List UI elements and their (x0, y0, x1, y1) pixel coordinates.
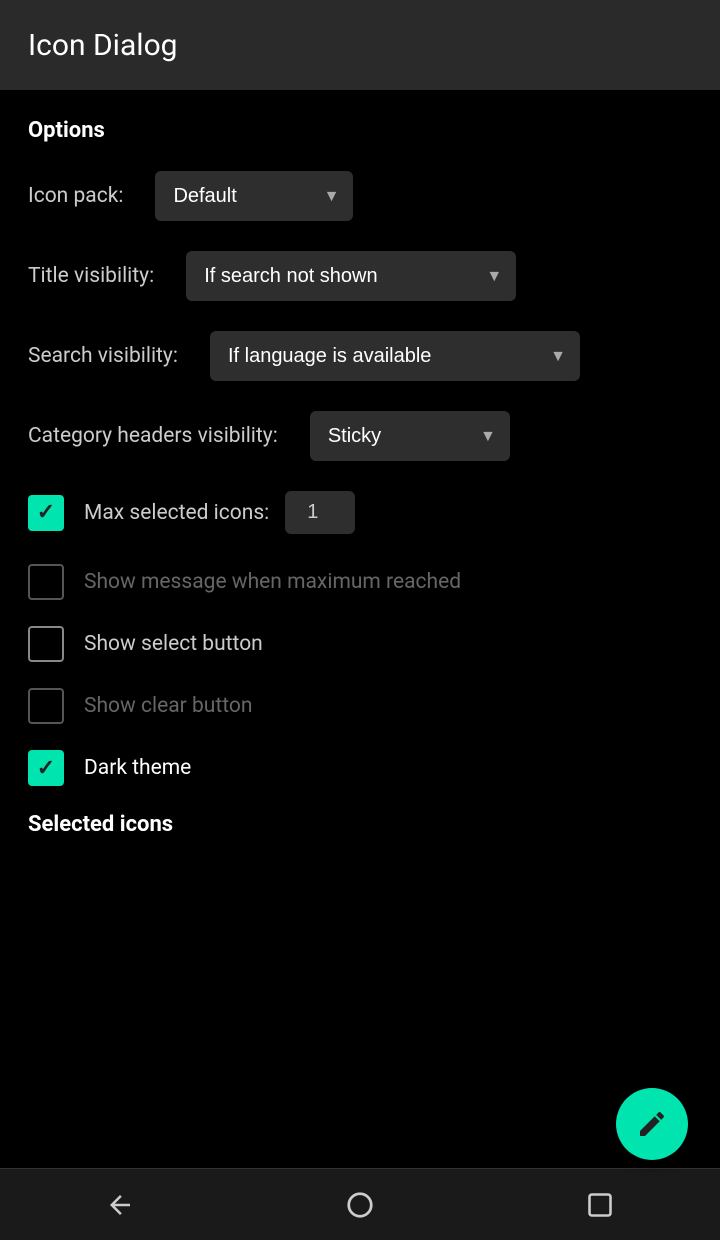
icon-pack-select[interactable]: Default Custom Pack 1 Custom Pack 2 (155, 171, 353, 221)
home-button[interactable] (320, 1180, 400, 1230)
options-heading: Options (28, 118, 692, 143)
max-selected-icons-input[interactable] (285, 491, 355, 534)
title-visibility-label: Title visibility: (28, 264, 154, 288)
main-content: Options Icon pack: Default Custom Pack 1… (0, 90, 720, 1168)
show-message-label: Show message when maximum reached (84, 570, 461, 594)
max-selected-icons-row: Max selected icons: (28, 491, 692, 534)
show-select-button-checkbox[interactable] (28, 626, 64, 662)
category-headers-dropdown-wrapper: Hidden Normal Sticky ▼ (310, 411, 510, 461)
recents-icon (586, 1191, 614, 1219)
search-visibility-dropdown-wrapper: Always Never If language is available ▼ (210, 331, 580, 381)
show-message-row: Show message when maximum reached (28, 564, 692, 600)
pencil-icon (636, 1108, 668, 1140)
home-icon (345, 1190, 375, 1220)
category-headers-row: Category headers visibility: Hidden Norm… (28, 411, 692, 461)
icon-pack-label: Icon pack: (28, 184, 123, 208)
category-headers-label: Category headers visibility: (28, 424, 278, 448)
category-headers-select[interactable]: Hidden Normal Sticky (310, 411, 510, 461)
dark-theme-checkbox[interactable] (28, 750, 64, 786)
back-icon (105, 1190, 135, 1220)
title-visibility-select[interactable]: Always Never If search not shown (186, 251, 516, 301)
title-visibility-row: Title visibility: Always Never If search… (28, 251, 692, 301)
show-clear-button-row: Show clear button (28, 688, 692, 724)
show-clear-button-checkbox[interactable] (28, 688, 64, 724)
title-visibility-dropdown-wrapper: Always Never If search not shown ▼ (186, 251, 516, 301)
fab-button[interactable] (616, 1088, 688, 1160)
bottom-nav (0, 1168, 720, 1240)
app-bar-title: Icon Dialog (28, 28, 178, 63)
search-visibility-select[interactable]: Always Never If language is available (210, 331, 580, 381)
show-clear-button-label: Show clear button (84, 694, 252, 718)
back-button[interactable] (80, 1180, 160, 1230)
dark-theme-label: Dark theme (84, 756, 191, 780)
show-select-button-label: Show select button (84, 632, 263, 656)
search-visibility-label: Search visibility: (28, 344, 178, 368)
icon-pack-row: Icon pack: Default Custom Pack 1 Custom … (28, 171, 692, 221)
show-select-button-row: Show select button (28, 626, 692, 662)
icon-pack-dropdown-wrapper: Default Custom Pack 1 Custom Pack 2 ▼ (155, 171, 353, 221)
search-visibility-row: Search visibility: Always Never If langu… (28, 331, 692, 381)
max-selected-icons-checkbox[interactable] (28, 495, 64, 531)
selected-icons-heading: Selected icons (28, 812, 692, 837)
max-selected-icons-label: Max selected icons: (84, 501, 269, 525)
selected-icons-section: Selected icons (28, 812, 692, 837)
recents-button[interactable] (560, 1180, 640, 1230)
app-bar: Icon Dialog (0, 0, 720, 90)
dark-theme-row: Dark theme (28, 750, 692, 786)
show-message-checkbox[interactable] (28, 564, 64, 600)
